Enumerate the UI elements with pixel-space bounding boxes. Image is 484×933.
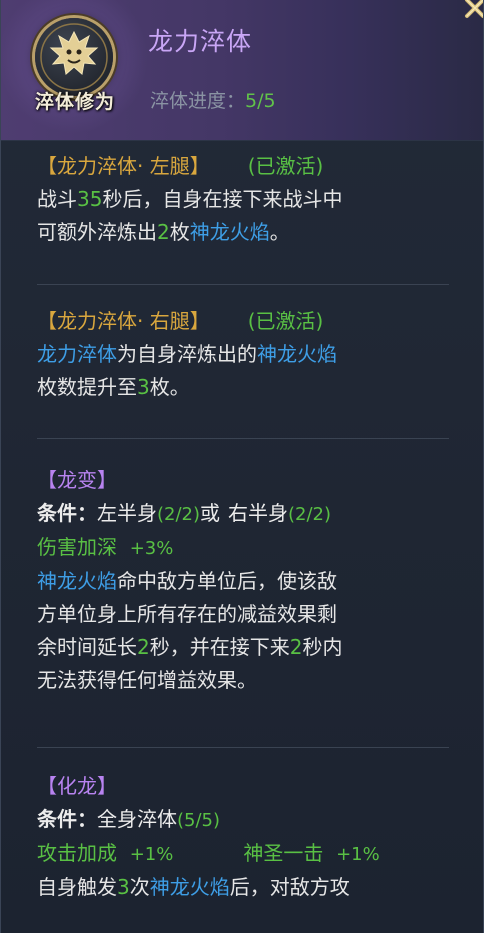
text: 枚。: [149, 375, 190, 399]
section-dragon-transform: 【化龙】 条件：全身淬体(5/5) 攻击加成 +1% 神圣一击 +1% 自身触发3…: [1, 770, 483, 904]
status-badge: (已激活): [247, 309, 324, 333]
description-line: 神龙火焰命中敌方单位后，使该敌: [37, 565, 449, 598]
buff-name: 神圣一击: [243, 841, 324, 865]
section-divider: [37, 438, 449, 439]
skill-name: 龙力淬体: [37, 342, 117, 366]
description-line: 余时间延长2秒，并在接下来2秒内: [37, 631, 449, 664]
buff-line: 伤害加深 +3%: [37, 531, 449, 565]
condition-label: 条件：: [37, 501, 97, 525]
status-badge: (已激活): [247, 154, 324, 178]
text: 命中敌方单位后，使该敌: [117, 569, 337, 593]
section-title: 【龙变】: [37, 468, 117, 492]
section-left-leg: 【龙力淬体· 左腿】 (已激活) 战斗35秒后，自身在接下来战斗中 可额外淬炼出2…: [1, 150, 483, 249]
text: 枚: [169, 220, 190, 244]
text: 可额外淬炼出: [37, 220, 157, 244]
description-line: 战斗35秒后，自身在接下来战斗中: [37, 183, 449, 216]
section-divider: [37, 284, 449, 285]
buff-value: +1%: [129, 844, 174, 865]
dragon-head-icon: [35, 18, 113, 96]
buff-value: +3%: [129, 538, 174, 559]
skill-name: 神龙火焰: [37, 569, 117, 593]
section-dragon-change: 【龙变】 条件：左半身(2/2)或 右半身(2/2) 伤害加深 +3% 神龙火焰命…: [1, 464, 483, 697]
section-heading: 【龙变】: [37, 464, 449, 497]
progress-label: 淬体进度：: [150, 90, 246, 112]
condition-name: 右半身: [228, 501, 289, 525]
number: 3: [117, 875, 130, 899]
skill-name: 神龙火焰: [189, 220, 270, 244]
buff-name: 伤害加深: [37, 535, 117, 559]
section-title: 【龙力淬体· 右腿】: [37, 309, 210, 333]
condition-progress: (2/2): [157, 504, 201, 525]
number: 3: [137, 375, 150, 399]
condition-progress: (2/2): [288, 504, 332, 525]
section-title: 【化龙】: [37, 774, 117, 798]
text: 秒内: [302, 635, 343, 659]
text: 后，对敌方攻: [229, 875, 350, 899]
section-divider: [37, 747, 449, 748]
close-icon[interactable]: [455, 0, 483, 24]
number: 2: [289, 635, 303, 659]
tooltip-title: 龙力淬体: [148, 27, 253, 56]
text: 战斗: [37, 187, 77, 211]
condition-name: 全身淬体: [97, 807, 177, 831]
description-line: 无法获得任何增益效果。: [37, 664, 449, 697]
text: 自身触发: [37, 875, 117, 899]
tooltip-header: 淬体修为 龙力淬体 淬体进度：5/5: [1, 0, 483, 141]
section-heading: 【龙力淬体· 右腿】 (已激活): [37, 305, 449, 338]
section-title: 【龙力淬体· 左腿】: [37, 154, 210, 178]
condition-name: 左半身: [97, 501, 157, 525]
buff-line: 攻击加成 +1% 神圣一击 +1%: [37, 837, 449, 871]
number: 2: [157, 220, 170, 244]
text: 次: [129, 875, 150, 899]
progress-value: 5/5: [245, 90, 276, 112]
section-heading: 【龙力淬体· 左腿】 (已激活): [37, 150, 449, 183]
text: 。: [269, 220, 290, 244]
description-line: 自身触发3次神龙火焰后，对敌方攻: [37, 871, 449, 904]
text: 秒后，自身在接下来战斗中: [102, 187, 343, 211]
description-line: 龙力淬体为自身淬炼出的神龙火焰: [37, 338, 449, 371]
emblem-label: 淬体修为: [34, 91, 115, 113]
number: 35: [77, 187, 103, 211]
condition-label: 条件：: [37, 807, 97, 831]
condition-line: 条件：左半身(2/2)或 右半身(2/2): [37, 497, 449, 531]
text: 方单位身上所有存在的减益效果剩: [37, 602, 337, 626]
skill-name: 神龙火焰: [149, 875, 230, 899]
text: 无法获得任何增益效果。: [37, 668, 257, 692]
skill-tooltip-panel: 淬体修为 龙力淬体 淬体进度：5/5 【龙力淬体· 左腿】 (已激活) 战斗35秒…: [0, 0, 484, 933]
text: 秒，并在接下来: [149, 635, 290, 659]
skill-name: 神龙火焰: [257, 342, 337, 366]
buff-value: +1%: [336, 844, 380, 865]
section-right-leg: 【龙力淬体· 右腿】 (已激活) 龙力淬体为自身淬炼出的神龙火焰 枚数提升至3枚。: [1, 305, 483, 404]
description-line: 枚数提升至3枚。: [37, 371, 449, 404]
text: 或: [200, 501, 221, 525]
buff-name: 攻击加成: [37, 841, 117, 865]
number: 2: [137, 635, 150, 659]
description-line: 方单位身上所有存在的减益效果剩: [37, 598, 449, 631]
section-heading: 【化龙】: [37, 770, 449, 803]
text: 为自身淬炼出的: [117, 342, 257, 366]
description-line: 可额外淬炼出2枚神龙火焰。: [37, 216, 449, 249]
condition-line: 条件：全身淬体(5/5): [37, 803, 449, 837]
progress-text: 淬体进度：5/5: [150, 86, 276, 113]
text: 余时间延长: [37, 635, 137, 659]
text: 枚数提升至: [37, 375, 137, 399]
condition-progress: (5/5): [177, 810, 221, 831]
